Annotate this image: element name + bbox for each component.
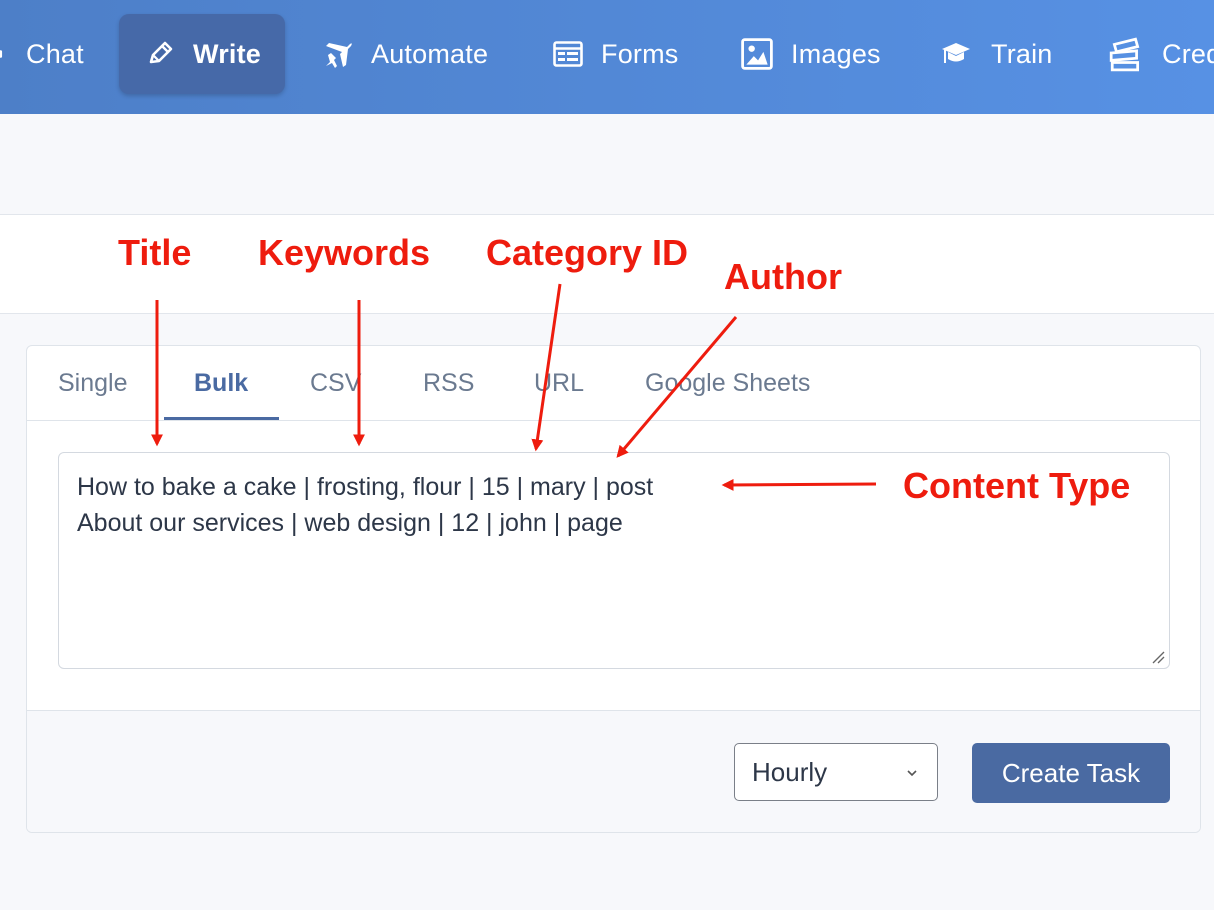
tab-rss[interactable]: RSS — [423, 346, 474, 420]
bulk-task-card: Single Bulk CSV RSS URL Google Sheets Ho… — [26, 345, 1201, 833]
nav-item-train[interactable]: Train — [939, 14, 1053, 94]
tab-google-sheets[interactable]: Google Sheets — [645, 346, 810, 420]
active-tab-indicator — [164, 417, 279, 420]
chat-icon — [0, 50, 3, 58]
schedule-select-value: Hourly — [752, 756, 828, 787]
tab-url[interactable]: URL — [534, 346, 584, 420]
annotation-content-type: Content Type — [903, 465, 1131, 506]
nav-item-automate[interactable]: Automate — [323, 14, 488, 94]
schedule-select[interactable]: Hourly — [734, 743, 938, 801]
nav-item-cred[interactable]: Cred — [1108, 14, 1214, 94]
pencil-icon — [149, 41, 173, 64]
nav-label-images: Images — [791, 38, 881, 69]
nav-item-chat[interactable]: Chat — [0, 14, 84, 94]
tab-bulk[interactable]: Bulk — [194, 346, 248, 420]
annotation-keywords: Keywords — [258, 232, 431, 273]
tab-single[interactable]: Single — [58, 346, 128, 420]
annotation-category-id: Category ID — [486, 232, 689, 273]
nav-item-forms[interactable]: Forms — [553, 14, 679, 94]
nav-item-write[interactable]: Write — [119, 14, 286, 94]
image-icon — [741, 38, 773, 70]
nav-label-automate: Automate — [371, 38, 489, 69]
stack-icon — [1109, 37, 1140, 72]
bulk-input-line: About our services | web design | 12 | j… — [77, 509, 623, 537]
nav-item-images[interactable]: Images — [741, 14, 881, 94]
create-task-button[interactable]: Create Task — [972, 743, 1170, 803]
tab-csv[interactable]: CSV — [310, 346, 361, 420]
plane-icon — [326, 43, 352, 68]
annotation-title: Title — [118, 232, 192, 273]
resize-grip-icon[interactable] — [1151, 650, 1165, 664]
nav-label-cred: Cred — [1162, 38, 1214, 69]
nav-label-chat: Chat — [26, 38, 84, 69]
nav-label-forms: Forms — [601, 38, 679, 69]
source-tabs: Single Bulk CSV RSS URL Google Sheets — [27, 346, 1200, 421]
card-footer: Hourly Create Task — [27, 710, 1200, 832]
nav-label-train: Train — [991, 38, 1053, 69]
subheader-area — [0, 114, 1214, 214]
nav-label-write: Write — [193, 38, 262, 69]
annotation-author: Author — [724, 256, 842, 297]
bulk-input-line: How to bake a cake | frosting, flour | 1… — [77, 473, 654, 501]
form-icon — [553, 41, 583, 67]
top-navigation: Chat Write Automate Forms Images Train C… — [0, 0, 1214, 114]
graduation-cap-icon — [942, 43, 970, 63]
chevron-down-icon — [907, 770, 917, 777]
